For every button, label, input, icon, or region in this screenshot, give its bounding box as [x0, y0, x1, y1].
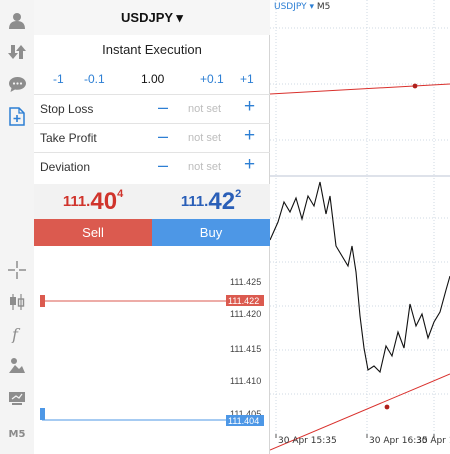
indicators-function-icon[interactable]: f [7, 324, 27, 344]
take-profit-plus-button[interactable]: + [244, 125, 255, 147]
bid-price-big: 40 [90, 187, 118, 215]
candlestick-icon[interactable] [7, 292, 27, 312]
ask-price-prefix: 111. [180, 193, 209, 210]
stop-loss-value[interactable]: not set [188, 103, 221, 115]
svg-text:f: f [11, 325, 21, 343]
deviation-value[interactable]: not set [188, 161, 221, 173]
ask-price-small: 2 [235, 187, 242, 200]
date-axis-label: 30 Apr 1 [416, 436, 450, 446]
indicator-line-top [270, 83, 450, 95]
indicator-point-main [384, 404, 390, 410]
bid-price-prefix: 111. [62, 193, 91, 210]
symbol-selector[interactable]: USDJPY ▾ [34, 0, 270, 35]
ask-tick-spikes [40, 295, 45, 307]
bid-price-small: 4 [117, 187, 124, 200]
deviation-plus-button[interactable]: + [244, 154, 255, 176]
stop-loss-row: Stop Loss – not set + [34, 94, 270, 123]
order-panel: USDJPY ▾ Instant Execution -1 -0.1 1.00 … [34, 0, 270, 454]
symbol-title: USDJPY ▾ [121, 9, 183, 25]
left-toolbar: f M5 [0, 0, 34, 454]
take-profit-label: Take Profit [40, 131, 97, 145]
chart-title: USDJPY ▾ M5 [274, 2, 330, 12]
deviation-row: Deviation – not set + [34, 152, 270, 181]
price-chart[interactable]: USDJPY ▾ M5 30 Apr 15:35 30 Apr 16:35 30… [270, 0, 450, 454]
volume-minus-1-button[interactable]: -1 [53, 72, 64, 86]
crosshair-icon[interactable] [7, 260, 27, 280]
ask-price: 111. 42 2 [152, 184, 270, 219]
price-line [270, 181, 450, 374]
volume-plus-0.1-button[interactable]: +0.1 [200, 72, 224, 86]
take-profit-minus-button[interactable]: – [158, 126, 168, 147]
account-icon[interactable] [7, 10, 27, 30]
stop-loss-plus-button[interactable]: + [244, 96, 255, 118]
chart-settings-icon[interactable] [7, 388, 27, 408]
sell-button[interactable]: Sell [34, 219, 152, 246]
volume-row: -1 -0.1 1.00 +0.1 +1 [34, 67, 270, 92]
trade-arrows-icon[interactable] [7, 42, 27, 62]
chat-icon[interactable] [7, 74, 27, 94]
execution-mode-label: Instant Execution [102, 42, 202, 57]
objects-icon[interactable] [7, 356, 27, 376]
bid-price: 111. 40 4 [34, 184, 152, 219]
chart-symbol-arrow[interactable]: ▾ [310, 2, 315, 12]
sell-button-label: Sell [82, 225, 104, 240]
ask-price-big: 42 [208, 187, 236, 215]
volume-value[interactable]: 1.00 [141, 72, 164, 86]
tick-level-label: 111.415 [230, 344, 261, 354]
buy-button[interactable]: Buy [152, 219, 270, 246]
ask-price-tag-label: 111.422 [228, 296, 259, 306]
execution-mode-selector[interactable]: Instant Execution [34, 35, 270, 64]
buy-button-label: Buy [199, 225, 223, 240]
take-profit-row: Take Profit – not set + [34, 123, 270, 152]
volume-minus-0.1-button[interactable]: -0.1 [84, 72, 105, 86]
stop-loss-label: Stop Loss [40, 102, 94, 116]
new-order-icon[interactable] [7, 106, 27, 126]
tick-level-label: 111.425 [230, 277, 261, 287]
chart-timeframe: M5 [316, 2, 331, 12]
timeframe-button[interactable]: M5 [7, 424, 27, 444]
bid-tick-spikes [40, 408, 45, 420]
volume-plus-1-button[interactable]: +1 [240, 72, 254, 86]
bid-price-tag-label: 111.404 [228, 416, 259, 426]
indicator-point-top [412, 83, 418, 89]
tick-level-label: 111.420 [230, 309, 261, 319]
tick-chart: 111.425 111.420 111.415 111.410 111.405 … [40, 277, 264, 426]
price-chart-canvas[interactable] [270, 0, 450, 454]
stop-loss-minus-button[interactable]: – [158, 97, 168, 118]
deviation-label: Deviation [40, 160, 91, 174]
take-profit-value[interactable]: not set [188, 132, 221, 144]
chart-symbol: USDJPY [274, 2, 307, 12]
tick-level-label: 111.410 [230, 376, 261, 386]
deviation-minus-button[interactable]: – [158, 155, 168, 176]
date-axis-label: 30 Apr 15:35 [278, 436, 337, 446]
